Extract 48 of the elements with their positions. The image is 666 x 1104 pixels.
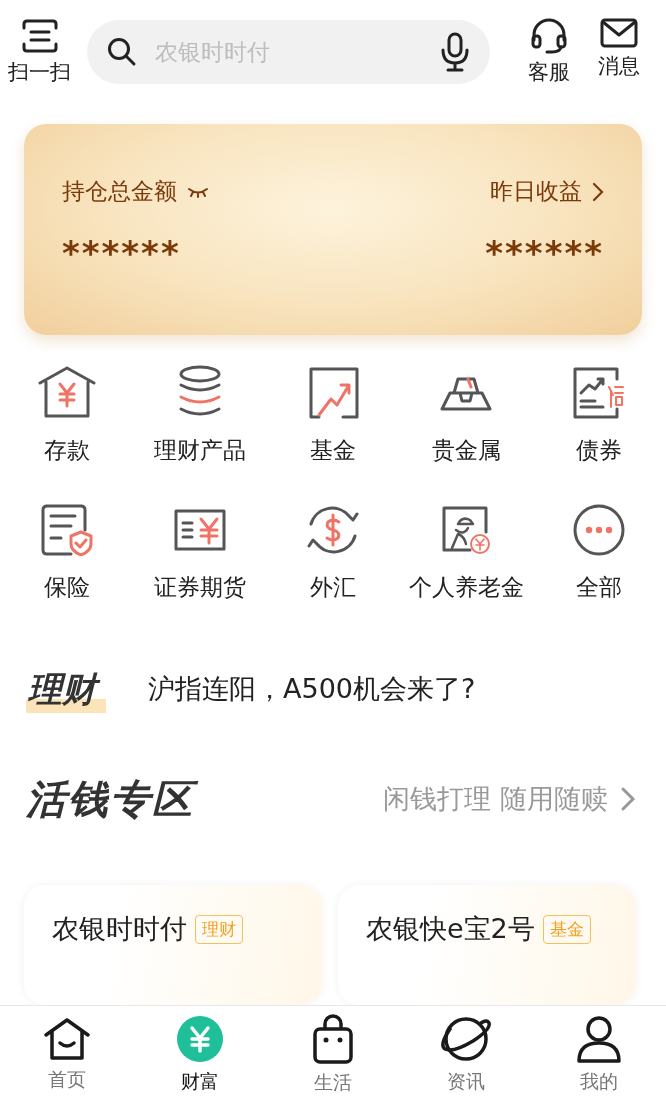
search-icon (107, 37, 137, 68)
tab-bar-item[interactable]: 我的 (532, 1006, 666, 1104)
shopping-bag-icon (312, 1014, 354, 1064)
scan-button[interactable]: 扫一扫 (8, 18, 71, 87)
yesterday-value: ****** (485, 233, 604, 274)
tab-bar-item[interactable]: 首页 (0, 1006, 134, 1104)
shortcut-item[interactable]: 个人养老金 (399, 499, 533, 603)
ticket-yuan-icon (173, 508, 226, 551)
shortcut-item[interactable]: 全部 (532, 499, 666, 603)
section-title: 活钱专区 (24, 769, 206, 829)
shortcut-item[interactable]: 债券 (532, 362, 666, 466)
news-headline[interactable]: 沪指连阳，A500机会来了? (148, 670, 476, 707)
total-value: ****** (62, 233, 182, 274)
shield-document-icon (40, 503, 93, 556)
shortcut-item[interactable]: 贵金属 (399, 362, 533, 466)
closed-eye-icon[interactable] (187, 185, 209, 198)
planet-icon (439, 1015, 494, 1063)
shortcut-item[interactable]: 理财产品 (133, 362, 267, 466)
chart-frame-icon (307, 366, 359, 419)
tab-bar-item[interactable]: 生活 (266, 1006, 400, 1104)
scan-icon (20, 18, 59, 55)
envelope-icon (600, 18, 638, 49)
shortcut-item[interactable]: 保险 (0, 499, 134, 603)
more-icon (573, 503, 626, 556)
house-icon (42, 1017, 91, 1061)
yesterday-label[interactable]: 昨日收益 (490, 176, 582, 208)
product-tag: 基金 (542, 915, 591, 944)
shortcut-item[interactable]: 外汇 (266, 499, 400, 603)
bond-certificate-icon (573, 366, 626, 419)
tab-bar-item[interactable]: 财富 (133, 1006, 267, 1104)
person-icon (576, 1015, 623, 1063)
headset-icon (530, 18, 568, 55)
product-card[interactable]: 农银时时付 理财 (24, 885, 322, 1005)
product-card[interactable]: 农银快e宝2号 基金 (338, 885, 636, 1005)
house-yuan-icon (37, 365, 96, 420)
chevron-right-icon (620, 786, 636, 812)
microphone-icon[interactable] (440, 32, 470, 73)
shortcut-item[interactable]: 基金 (266, 362, 400, 466)
product-tag: 理财 (195, 915, 243, 944)
customer-service-button[interactable]: 客服 (528, 18, 570, 87)
shortcut-item[interactable]: 存款 (0, 362, 134, 466)
tab-bar-item[interactable]: 资讯 (399, 1006, 533, 1104)
product-name: 农银快e宝2号 (366, 912, 535, 946)
shortcut-item[interactable]: 证券期货 (133, 499, 267, 603)
messages-button[interactable]: 消息 (598, 18, 640, 87)
chevron-right-icon (592, 181, 604, 202)
total-label: 持仓总金额 (62, 177, 177, 207)
product-name: 农银时时付 (52, 912, 187, 946)
